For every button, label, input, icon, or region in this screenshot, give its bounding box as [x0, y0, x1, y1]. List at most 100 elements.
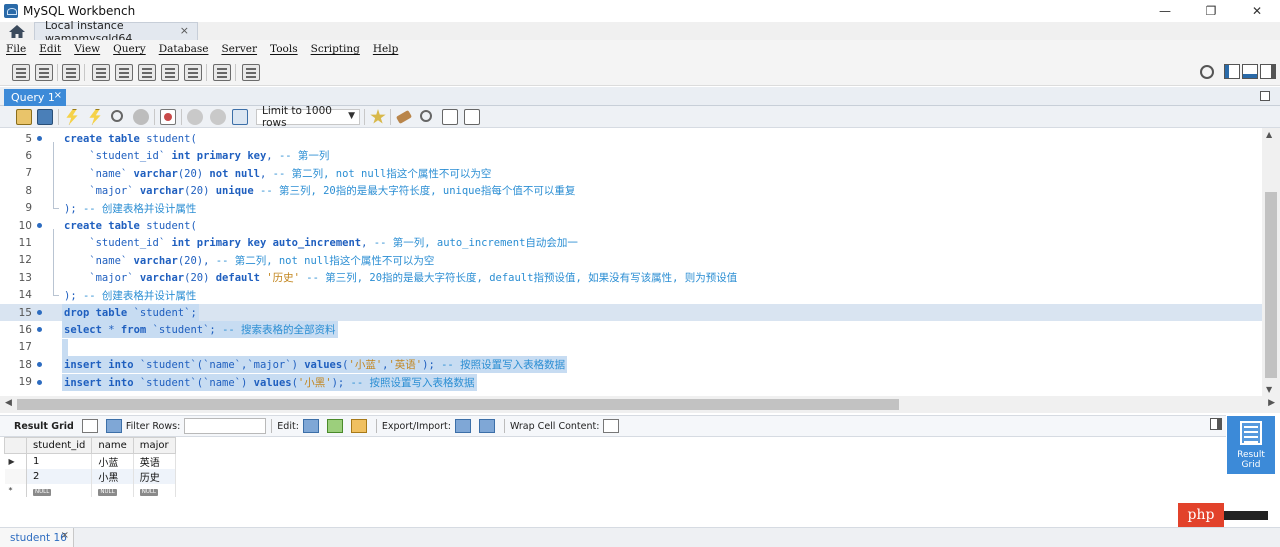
- menu-scripting[interactable]: Scripting: [311, 43, 360, 55]
- code-line[interactable]: 15 drop table `student`;: [0, 304, 1262, 321]
- result-grid-side-button[interactable]: Result Grid: [1227, 416, 1275, 474]
- minimize-button[interactable]: —: [1142, 0, 1188, 22]
- code-line[interactable]: 10 create table student(: [0, 217, 1262, 234]
- word-wrap-icon[interactable]: [464, 109, 480, 125]
- toggle-output-panel-icon[interactable]: [1242, 64, 1258, 79]
- maximize-button[interactable]: ❐: [1188, 0, 1234, 22]
- code-line[interactable]: 5 create table student(: [0, 130, 1262, 147]
- invisible-characters-icon[interactable]: [442, 109, 458, 125]
- refresh-icon[interactable]: [105, 419, 122, 433]
- connection-tab[interactable]: Local instance wampmysqld64 ×: [34, 19, 198, 45]
- menu-server[interactable]: Server: [221, 43, 257, 55]
- toggle-stop-on-error-icon[interactable]: [160, 109, 176, 125]
- close-connection-tab-icon[interactable]: ×: [180, 24, 189, 37]
- menu-file[interactable]: File: [6, 43, 26, 55]
- editor-horizontal-scrollbar[interactable]: ◀ ▶: [0, 396, 1280, 413]
- code-line[interactable]: 16 select * from `student`; -- 搜索表格的全部资料: [0, 321, 1262, 339]
- import-icon[interactable]: [478, 419, 495, 433]
- rollback-icon[interactable]: [210, 109, 226, 125]
- code-line[interactable]: 11 `student_id` int primary key auto_inc…: [0, 234, 1262, 251]
- create-procedure-icon[interactable]: [161, 64, 179, 81]
- code-line[interactable]: 12 `name` varchar(20), -- 第二列, not null指…: [0, 252, 1262, 269]
- create-view-icon[interactable]: [138, 64, 156, 81]
- row-limit-select[interactable]: Limit to 1000 rows ▼: [256, 105, 360, 129]
- result-tab-student-16[interactable]: student 16 ×: [0, 528, 74, 547]
- code-line[interactable]: 6 `student_id` int primary key, -- 第一列: [0, 147, 1262, 164]
- code-line[interactable]: 18 insert into `student`(`name`,`major`) …: [0, 356, 1262, 374]
- table-cell[interactable]: 2: [26, 469, 93, 484]
- table-cell[interactable]: 小黑: [91, 469, 134, 484]
- menu-database[interactable]: Database: [159, 43, 209, 55]
- search-table-data-icon[interactable]: [213, 64, 231, 81]
- export-icon[interactable]: [454, 419, 471, 433]
- scroll-down-icon[interactable]: ▼: [1266, 385, 1272, 394]
- close-query-tab-icon[interactable]: ×: [54, 90, 62, 101]
- table-row[interactable]: 2 小黑 历史: [4, 469, 176, 484]
- insert-row-icon[interactable]: [326, 419, 343, 433]
- menu-tools[interactable]: Tools: [270, 43, 298, 55]
- scrollbar-thumb[interactable]: [1265, 192, 1277, 378]
- preferences-icon[interactable]: [1200, 64, 1214, 79]
- find-icon[interactable]: [420, 110, 432, 122]
- scroll-up-icon[interactable]: ▲: [1266, 130, 1272, 139]
- explain-icon[interactable]: [111, 110, 123, 122]
- editor-layout-icon[interactable]: [1260, 91, 1270, 101]
- grid-view-icon[interactable]: [81, 419, 98, 433]
- table-cell-null[interactable]: NULL: [91, 484, 134, 497]
- table-row[interactable]: ▶ 1 小蓝 英语: [4, 453, 176, 469]
- menu-edit[interactable]: Edit: [39, 43, 61, 55]
- execute-current-icon[interactable]: [89, 109, 101, 125]
- scrollbar-thumb[interactable]: [17, 399, 899, 410]
- wrap-cell-icon[interactable]: [603, 419, 620, 433]
- delete-row-icon[interactable]: [350, 419, 367, 433]
- add-snippet-icon[interactable]: [370, 109, 386, 124]
- column-header-name[interactable]: name: [91, 437, 134, 454]
- toggle-sidebar-icon[interactable]: [1224, 64, 1240, 79]
- editor-vertical-scrollbar[interactable]: ▲ ▼: [1262, 128, 1280, 396]
- menu-view[interactable]: View: [74, 43, 100, 55]
- code-line[interactable]: 9); -- 创建表格并设计属性: [0, 200, 1262, 217]
- code-line[interactable]: 8 `major` varchar(20) unique -- 第三列, 20指…: [0, 182, 1262, 199]
- table-cell-null[interactable]: NULL: [133, 484, 176, 497]
- create-function-icon[interactable]: [184, 64, 202, 81]
- scroll-left-icon[interactable]: ◀: [5, 398, 12, 408]
- open-file-icon[interactable]: [16, 109, 32, 125]
- home-button[interactable]: [6, 24, 28, 39]
- table-cell[interactable]: 历史: [133, 469, 176, 484]
- new-row[interactable]: * NULL NULL NULL: [4, 484, 176, 497]
- edit-row-icon[interactable]: [302, 419, 319, 433]
- close-button[interactable]: ✕: [1234, 0, 1280, 22]
- code-line[interactable]: 7 `name` varchar(20) not null, -- 第二列, n…: [0, 165, 1262, 182]
- open-sql-script-icon[interactable]: [35, 64, 53, 81]
- column-header-major[interactable]: major: [132, 437, 176, 454]
- table-cell[interactable]: 英语: [133, 453, 176, 469]
- toggle-result-panel-icon[interactable]: [1210, 418, 1222, 430]
- create-table-icon[interactable]: [115, 64, 133, 81]
- code-line[interactable]: 19 insert into `student`(`name`) values('…: [0, 373, 1262, 391]
- inspector-icon[interactable]: [62, 64, 80, 81]
- menu-help[interactable]: Help: [373, 43, 398, 55]
- code-line[interactable]: 13 `major` varchar(20) default '历史' -- 第…: [0, 269, 1262, 286]
- code-line[interactable]: 14); -- 创建表格并设计属性: [0, 287, 1262, 304]
- close-result-tab-icon[interactable]: ×: [61, 530, 69, 541]
- code-line[interactable]: 17: [0, 338, 1262, 356]
- execute-all-icon[interactable]: [66, 109, 78, 125]
- stop-query-icon[interactable]: [133, 109, 149, 125]
- commit-icon[interactable]: [187, 109, 203, 125]
- beautify-icon[interactable]: [395, 110, 413, 124]
- menu-query[interactable]: Query: [113, 43, 146, 55]
- column-header-student-id[interactable]: student_id: [25, 437, 93, 454]
- auto-commit-toggle-icon[interactable]: [232, 109, 248, 125]
- scroll-right-icon[interactable]: ▶: [1268, 398, 1275, 408]
- table-cell[interactable]: 小蓝: [91, 453, 134, 469]
- table-cell-null[interactable]: NULL: [26, 484, 93, 497]
- query-tab[interactable]: Query 1 ×: [4, 89, 66, 106]
- filter-rows-input[interactable]: [184, 418, 267, 434]
- save-script-icon[interactable]: [37, 109, 53, 125]
- reconnect-icon[interactable]: [242, 64, 260, 81]
- table-cell[interactable]: 1: [26, 453, 93, 469]
- new-sql-tab-icon[interactable]: [12, 64, 30, 81]
- toggle-secondary-sidebar-icon[interactable]: [1260, 64, 1276, 79]
- sql-editor[interactable]: 5 create table student(6 `student_id` int…: [0, 128, 1280, 396]
- create-schema-icon[interactable]: [92, 64, 110, 81]
